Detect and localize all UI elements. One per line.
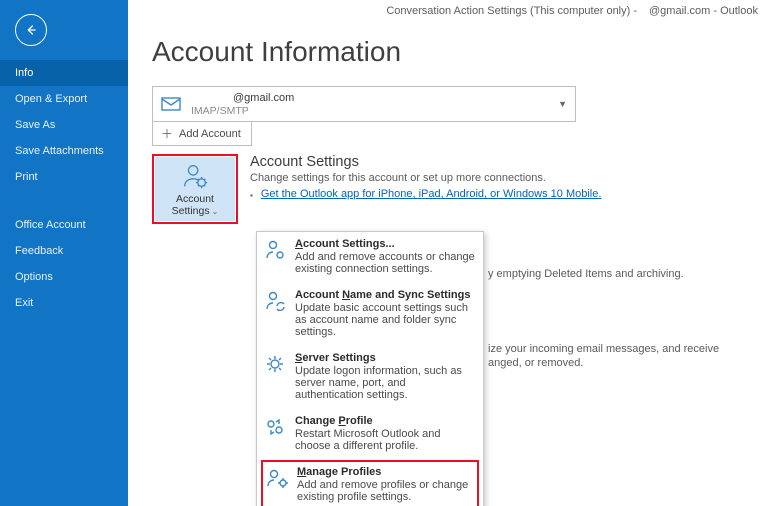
gear-icon xyxy=(263,352,287,376)
nav-save-as[interactable]: Save As xyxy=(0,112,128,138)
account-settings-menu: Account Settings...Add and remove accoun… xyxy=(256,231,484,506)
bullet-icon: ▪ xyxy=(250,191,253,200)
menu-account-settings[interactable]: Account Settings...Add and remove accoun… xyxy=(257,232,483,283)
nav-info[interactable]: Info xyxy=(0,60,128,86)
person-gear-icon xyxy=(263,238,287,262)
main-area: Conversation Action Settings (This compu… xyxy=(128,0,768,506)
nav-office-account[interactable]: Office Account xyxy=(0,212,128,238)
behind-text-1: y emptying Deleted Items and archiving. xyxy=(488,268,684,280)
nav-feedback[interactable]: Feedback xyxy=(0,238,128,264)
profile-gear-icon xyxy=(265,466,289,490)
chevron-down-icon: ⌄ xyxy=(212,207,219,216)
tile-label-2: Settings xyxy=(172,205,210,217)
nav-print[interactable]: Print xyxy=(0,164,128,190)
nav-open-export[interactable]: Open & Export xyxy=(0,86,128,112)
person-gear-icon xyxy=(180,161,210,191)
nav-save-attachments[interactable]: Save Attachments xyxy=(0,138,128,164)
profile-swap-icon xyxy=(263,415,287,439)
backstage-sidebar: Info Open & Export Save As Save Attachme… xyxy=(0,0,128,506)
account-settings-tile-highlight: AccountSettings⌄ xyxy=(152,154,238,224)
account-selector[interactable]: @gmail.com IMAP/SMTP ▼ xyxy=(152,86,576,122)
menu-name-sync-settings[interactable]: Account Name and Sync SettingsUpdate bas… xyxy=(257,283,483,346)
account-protocol: IMAP/SMTP xyxy=(191,105,294,117)
menu-server-settings[interactable]: Server SettingsUpdate logon information,… xyxy=(257,346,483,409)
account-settings-tile[interactable]: AccountSettings⌄ xyxy=(155,157,235,221)
account-settings-heading: Account Settings xyxy=(250,154,601,170)
account-email: @gmail.com xyxy=(191,92,294,105)
behind-text-2: ize your incoming email messages, and re… xyxy=(488,342,748,370)
tile-label-1: Account xyxy=(176,193,214,205)
menu-change-profile[interactable]: Change ProfileRestart Microsoft Outlook … xyxy=(257,409,483,460)
mail-icon xyxy=(159,92,183,116)
back-button[interactable] xyxy=(15,14,47,46)
page-title: Account Information xyxy=(152,36,744,68)
back-arrow-icon xyxy=(23,22,39,38)
get-outlook-app-link[interactable]: Get the Outlook app for iPhone, iPad, An… xyxy=(261,188,602,200)
titlebar-doc: Conversation Action Settings (This compu… xyxy=(386,5,637,17)
account-settings-sub: Change settings for this account or set … xyxy=(250,172,601,184)
add-account-label: Add Account xyxy=(179,128,241,140)
plus-icon: ＋ xyxy=(161,125,173,142)
titlebar-identity: @gmail.com - Outlook xyxy=(649,5,758,17)
menu-manage-profiles[interactable]: Manage ProfilesAdd and remove profiles o… xyxy=(261,460,479,506)
add-account-button[interactable]: ＋ Add Account xyxy=(152,122,252,146)
person-sync-icon xyxy=(263,289,287,313)
nav-exit[interactable]: Exit xyxy=(0,290,128,316)
title-bar: Conversation Action Settings (This compu… xyxy=(128,0,768,18)
chevron-down-icon: ▼ xyxy=(558,99,567,109)
nav-options[interactable]: Options xyxy=(0,264,128,290)
